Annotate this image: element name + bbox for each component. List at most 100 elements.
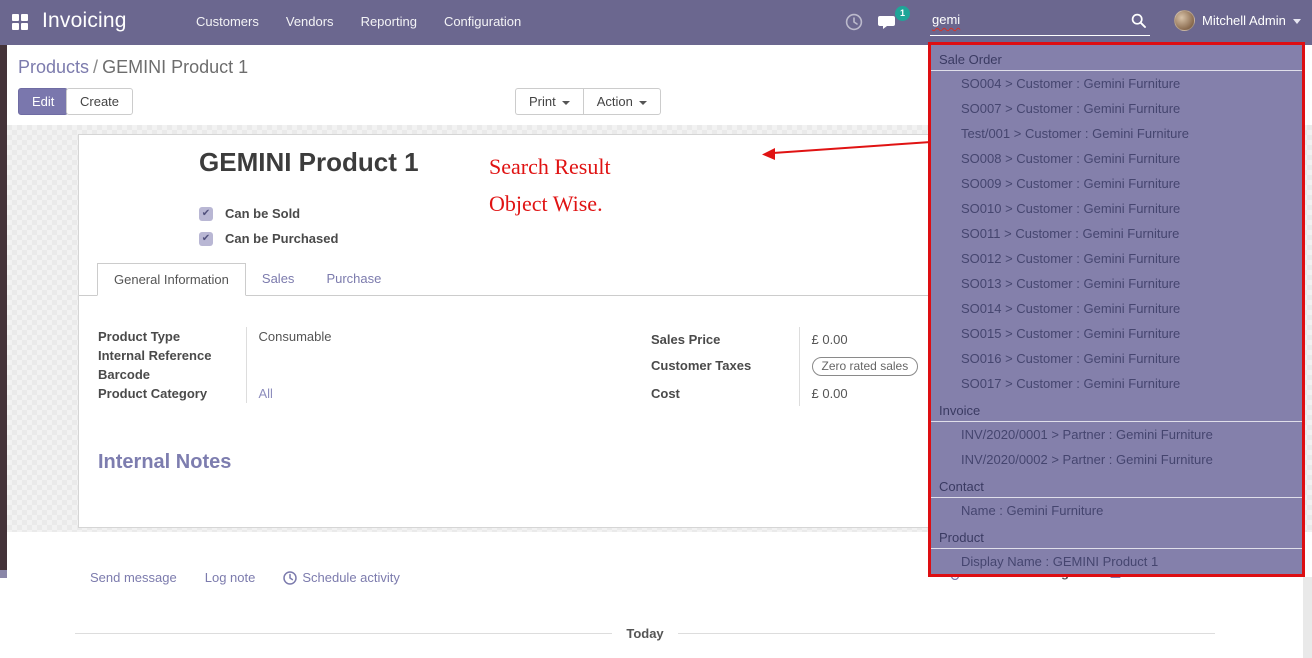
menu-item-vendors[interactable]: Vendors (286, 14, 334, 29)
breadcrumb-products-link[interactable]: Products (18, 57, 89, 77)
dropdown-result-item[interactable]: INV/2020/0002 > Partner : Gemini Furnitu… (931, 447, 1302, 472)
product-title: GEMINI Product 1 (199, 147, 419, 178)
annotation-line1: Search Result (489, 148, 611, 185)
dropdown-result-item[interactable]: INV/2020/0001 > Partner : Gemini Furnitu… (931, 422, 1302, 447)
global-search-box[interactable]: gemi (930, 8, 1150, 36)
product-flags: ✔ Can be Sold ✔ Can be Purchased (199, 201, 338, 251)
messages-badge: 1 (895, 6, 910, 21)
dropdown-result-item[interactable]: SO012 > Customer : Gemini Furniture (931, 246, 1302, 271)
internal-notes-heading: Internal Notes (98, 451, 231, 474)
dropdown-result-item[interactable]: Test/001 > Customer : Gemini Furniture (931, 121, 1302, 146)
app-name[interactable]: Invoicing (42, 9, 127, 33)
invoicing-app-window: Invoicing Customers Vendors Reporting Confi… (0, 0, 1312, 658)
checkbox-label: Can be Sold (225, 206, 300, 221)
tab-purchase[interactable]: Purchase (310, 263, 397, 296)
menu-item-configuration[interactable]: Configuration (444, 14, 521, 29)
field-label: Product Type (98, 327, 246, 346)
dropdown-result-item[interactable]: SO008 > Customer : Gemini Furniture (931, 146, 1302, 171)
avatar (1174, 10, 1195, 31)
search-input[interactable]: gemi (932, 12, 960, 27)
left-edge-strip (0, 45, 7, 570)
dropdown-result-item[interactable]: SO011 > Customer : Gemini Furniture (931, 221, 1302, 246)
field-value (246, 346, 386, 365)
chatter-actions: Send message Log note Schedule activity (90, 570, 400, 585)
dropdown-result-item[interactable]: SO016 > Customer : Gemini Furniture (931, 346, 1302, 371)
chevron-down-icon (1293, 19, 1301, 24)
dropdown-result-item[interactable]: SO014 > Customer : Gemini Furniture (931, 296, 1302, 321)
tax-tag: Zero rated sales (812, 357, 919, 376)
log-note-button[interactable]: Log note (205, 570, 256, 585)
dropdown-result-item[interactable]: SO015 > Customer : Gemini Furniture (931, 321, 1302, 346)
field-row: Cost£ 0.00 (651, 381, 939, 406)
fields-right-column: Sales Price£ 0.00Customer TaxesZero rate… (651, 327, 939, 406)
breadcrumb: Products/GEMINI Product 1 (18, 57, 248, 78)
dropdown-result-item[interactable]: Display Name : GEMINI Product 1 (931, 549, 1302, 574)
today-label: Today (612, 626, 677, 641)
print-button[interactable]: Print (515, 88, 583, 115)
clock-icon (283, 571, 297, 585)
breadcrumb-separator: / (89, 57, 102, 77)
dropdown-result-item[interactable]: SO009 > Customer : Gemini Furniture (931, 171, 1302, 196)
scrollbar[interactable] (1303, 577, 1312, 658)
user-menu[interactable]: Mitchell Admin (1174, 10, 1301, 31)
field-label: Internal Reference (98, 346, 246, 365)
dropdown-result-item[interactable]: SO013 > Customer : Gemini Furniture (931, 271, 1302, 296)
create-button[interactable]: Create (66, 88, 133, 115)
checkbox-row: ✔ Can be Sold (199, 201, 338, 226)
search-results-dropdown: Sale OrderSO004 > Customer : Gemini Furn… (928, 42, 1305, 577)
menu-item-customers[interactable]: Customers (196, 14, 259, 29)
tab-general-information[interactable]: General Information (97, 263, 246, 296)
apps-menu-icon[interactable] (12, 14, 28, 30)
field-row: Internal Reference (98, 346, 386, 365)
annotation-text: Search Result Object Wise. (489, 148, 611, 222)
chevron-down-icon (639, 101, 647, 105)
menu-item-reporting[interactable]: Reporting (361, 14, 417, 29)
annotation-arrow (755, 136, 935, 162)
field-label: Sales Price (651, 327, 799, 352)
field-value[interactable]: All (246, 384, 386, 403)
field-row: Product CategoryAll (98, 384, 386, 403)
field-label: Cost (651, 381, 799, 406)
user-name: Mitchell Admin (1202, 13, 1286, 28)
field-value (246, 365, 386, 384)
dropdown-result-item[interactable]: SO017 > Customer : Gemini Furniture (931, 371, 1302, 396)
tab-sales[interactable]: Sales (246, 263, 311, 296)
activities-clock-icon[interactable] (845, 13, 863, 31)
search-icon[interactable] (1131, 13, 1146, 28)
dropdown-result-item[interactable]: SO010 > Customer : Gemini Furniture (931, 196, 1302, 221)
field-row: Sales Price£ 0.00 (651, 327, 939, 352)
field-value: Consumable (246, 327, 386, 346)
dropdown-result-item[interactable]: SO007 > Customer : Gemini Furniture (931, 96, 1302, 121)
checkbox-label: Can be Purchased (225, 231, 338, 246)
checkbox-can-be-purchased[interactable]: ✔ (199, 232, 213, 246)
dropdown-result-item[interactable]: SO004 > Customer : Gemini Furniture (931, 71, 1302, 96)
send-message-button[interactable]: Send message (90, 570, 177, 585)
left-edge-strip-foot (0, 570, 7, 578)
annotation-line2: Object Wise. (489, 185, 611, 222)
schedule-activity-button[interactable]: Schedule activity (283, 570, 400, 585)
dropdown-section-header: Invoice (931, 396, 1302, 422)
field-label: Customer Taxes (651, 352, 799, 381)
today-divider: Today (75, 626, 1215, 641)
field-row: Customer Taxes Zero rated sales (651, 352, 939, 381)
dropdown-section-header: Contact (931, 472, 1302, 498)
field-value: Zero rated sales (799, 352, 939, 381)
top-navbar: Invoicing Customers Vendors Reporting Confi… (0, 0, 1312, 45)
top-menu: Customers Vendors Reporting Configuration (196, 14, 521, 29)
field-label: Barcode (98, 365, 246, 384)
fields-left-column: Product TypeConsumableInternal Reference… (98, 327, 386, 403)
dropdown-section-header: Product (931, 523, 1302, 549)
field-value: £ 0.00 (799, 327, 939, 352)
edit-button[interactable]: Edit (18, 88, 68, 115)
dropdown-section-header: Sale Order (931, 45, 1302, 71)
field-row: Product TypeConsumable (98, 327, 386, 346)
dropdown-result-item[interactable]: Name : Gemini Furniture (931, 498, 1302, 523)
field-label: Product Category (98, 384, 246, 403)
field-value: £ 0.00 (799, 381, 939, 406)
action-button[interactable]: Action (583, 88, 661, 115)
checkbox-can-be-sold[interactable]: ✔ (199, 207, 213, 221)
chevron-down-icon (562, 101, 570, 105)
field-row: Barcode (98, 365, 386, 384)
action-button-group: Print Action (515, 88, 661, 115)
checkbox-row: ✔ Can be Purchased (199, 226, 338, 251)
